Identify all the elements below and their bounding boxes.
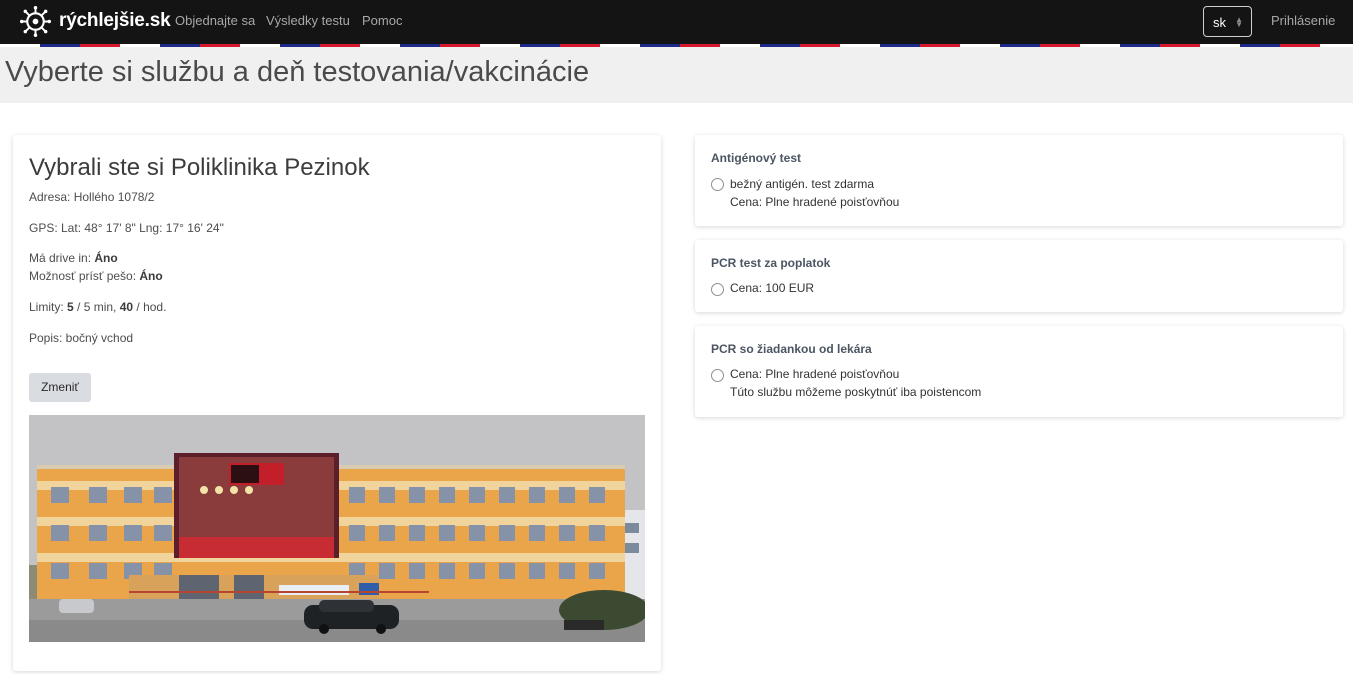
location-address: Adresa: Hollého 1078/2: [29, 190, 155, 204]
select-caret-icon: ▲ ▼: [1235, 15, 1243, 29]
brand-name: rýchlejšie.sk: [59, 10, 171, 31]
service-radio[interactable]: [711, 178, 724, 191]
service-radio[interactable]: [711, 369, 724, 382]
building-photo: [29, 415, 645, 642]
service-radio[interactable]: [711, 283, 724, 296]
change-location-button[interactable]: Zmeniť: [29, 373, 91, 402]
location-card: Vybrali ste si Poliklinika Pezinok Adres…: [13, 135, 661, 671]
nav-link-order[interactable]: Objednajte sa: [175, 13, 255, 28]
service-option-label[interactable]: bežný antigén. test zdarma: [730, 175, 874, 193]
location-title: Vybrali ste si Poliklinika Pezinok: [29, 154, 370, 181]
virus-logo-icon: [20, 5, 51, 37]
nav-link-help[interactable]: Pomoc: [362, 13, 402, 28]
walk-in-info: Možnosť prísť pešo: Áno: [29, 269, 163, 283]
page-title: Vyberte si službu a deň testovania/vakci…: [5, 56, 590, 88]
service-card-pcr-paid: PCR test za poplatok Cena: 100 EUR: [695, 240, 1343, 312]
walk-in-value: Áno: [139, 269, 163, 283]
service-option-label[interactable]: Cena: Plne hradené poisťovňou: [730, 365, 899, 383]
drive-in-value: Áno: [94, 251, 118, 265]
language-value: sk: [1213, 15, 1226, 30]
service-title: PCR test za poplatok: [711, 256, 831, 270]
service-note: Túto službu môžeme poskytnúť iba poisten…: [730, 385, 982, 399]
location-description: Popis: bočný vchod: [29, 331, 134, 345]
service-title: Antigénový test: [711, 151, 802, 165]
service-option-label[interactable]: Cena: 100 EUR: [730, 279, 814, 297]
brand[interactable]: rýchlejšie.sk: [20, 5, 171, 37]
location-gps: GPS: Lat: 48° 17' 8" Lng: 17° 16' 24": [29, 221, 224, 235]
limits-info: Limity: 5 / 5 min, 40 / hod.: [29, 300, 167, 314]
service-card-antigen: Antigénový test bežný antigén. test zdar…: [695, 135, 1343, 226]
language-select[interactable]: sk ▲ ▼: [1203, 6, 1252, 37]
service-title: PCR so žiadankou od lekára: [711, 342, 872, 356]
service-price: Cena: Plne hradené poisťovňou: [730, 195, 900, 209]
nav-link-results[interactable]: Výsledky testu: [266, 13, 350, 28]
login-link[interactable]: Prihlásenie: [1271, 13, 1335, 28]
drive-in-info: Má drive in: Áno: [29, 251, 118, 265]
service-card-pcr-referral: PCR so žiadankou od lekára Cena: Plne hr…: [695, 326, 1343, 417]
title-band: Vyberte si službu a deň testovania/vakci…: [0, 47, 1353, 103]
top-navbar: rýchlejšie.sk Objednajte sa Výsledky tes…: [0, 0, 1353, 44]
